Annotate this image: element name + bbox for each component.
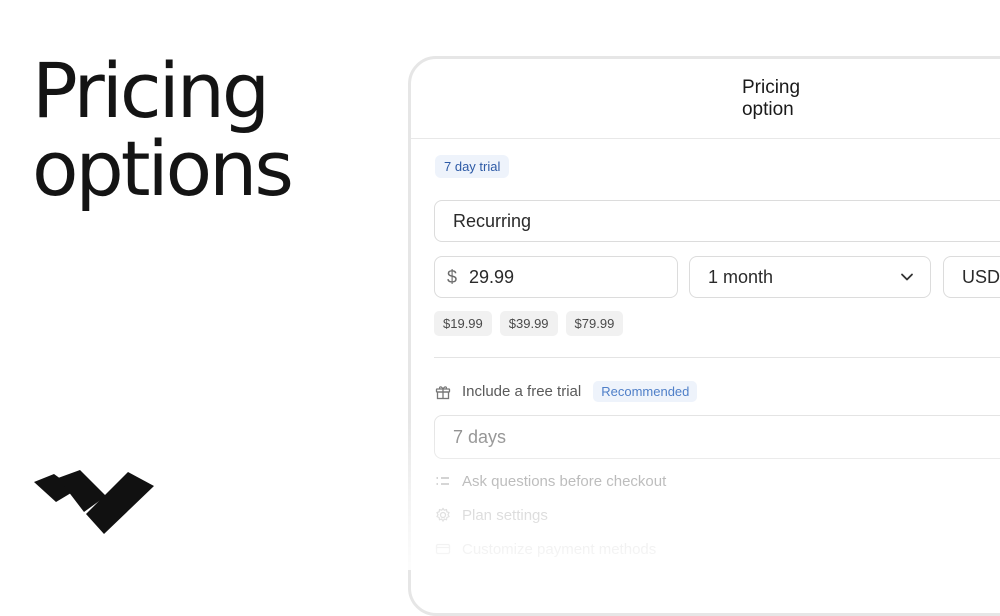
list-icon <box>434 472 452 490</box>
trial-days-input[interactable]: 7 days <box>434 415 1000 459</box>
recommended-badge: Recommended <box>593 381 698 402</box>
card-icon <box>434 540 452 558</box>
gift-icon <box>434 383 452 401</box>
payment-methods-label: Customize payment methods <box>462 540 657 558</box>
headline-line-2: options <box>32 124 294 213</box>
gear-icon <box>434 506 452 524</box>
pricing-option-panel: Pricing option 7 day trial Recurring $ 2… <box>408 56 1000 616</box>
price-input[interactable]: $ 29.99 <box>434 256 678 298</box>
price-suggestions: $19.99 $39.99 $79.99 <box>434 311 624 336</box>
brand-logo <box>34 470 154 534</box>
ask-questions-option[interactable]: Ask questions before checkout <box>434 472 666 490</box>
page-headline: Pricing options <box>32 46 294 213</box>
plan-settings-label: Plan settings <box>462 506 548 524</box>
free-trial-label: Include a free trial <box>462 383 582 400</box>
payment-methods-option[interactable]: Customize payment methods <box>434 540 656 558</box>
price-value: 29.99 <box>469 266 515 287</box>
price-chip[interactable]: $79.99 <box>565 311 624 336</box>
price-chip[interactable]: $19.99 <box>434 311 492 336</box>
billing-period-select[interactable]: 1 month <box>689 256 931 298</box>
free-trial-option[interactable]: Include a free trial Recommended <box>434 381 698 402</box>
ask-questions-label: Ask questions before checkout <box>462 472 667 490</box>
plan-settings-option[interactable]: Plan settings <box>434 506 548 524</box>
currency-value: USD <box>962 266 1000 287</box>
pricing-type-select[interactable]: Recurring <box>434 200 1000 242</box>
chevron-down-icon <box>901 273 913 281</box>
section-divider <box>434 357 1000 358</box>
price-chip[interactable]: $39.99 <box>499 311 558 336</box>
headline-line-1: Pricing <box>32 46 270 135</box>
trial-days-value: 7 days <box>453 426 507 447</box>
billing-period-value: 1 month <box>708 266 774 287</box>
panel-title: Pricing option <box>411 59 1000 139</box>
trial-badge: 7 day trial <box>435 155 510 178</box>
pricing-type-value: Recurring <box>453 210 532 231</box>
currency-select[interactable]: USD <box>943 256 1000 298</box>
currency-symbol: $ <box>447 266 458 287</box>
